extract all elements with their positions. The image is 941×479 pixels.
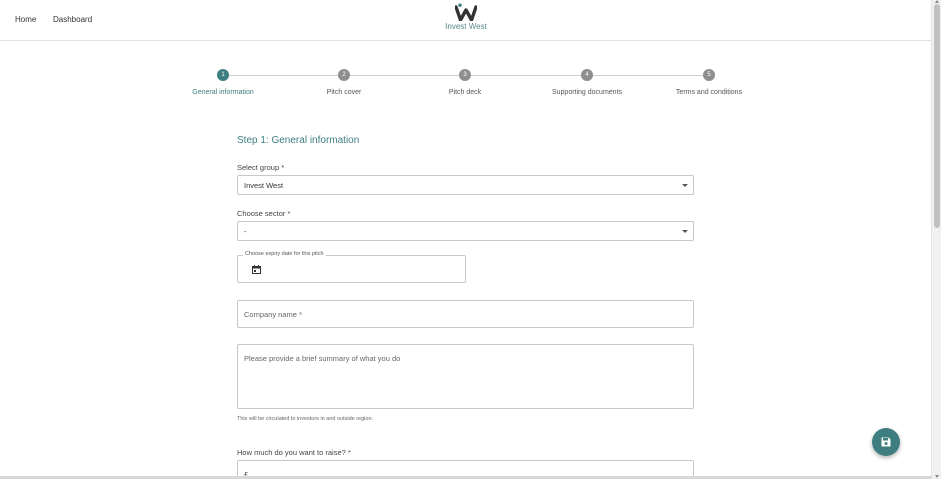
- expiry-date-legend: Choose expiry date for this pitch: [243, 251, 326, 257]
- chevron-down-icon: [682, 230, 688, 233]
- step-number: 4: [581, 69, 593, 81]
- summary-textarea[interactable]: Please provide a brief summary of what y…: [237, 344, 694, 409]
- group-label: Select group *: [237, 163, 285, 172]
- save-icon: [881, 437, 891, 447]
- nav-home-link[interactable]: Home: [15, 15, 36, 24]
- summary-helper-text: This will be circulated to investors in …: [237, 416, 374, 422]
- step-label: Pitch cover: [326, 89, 362, 96]
- save-button[interactable]: [872, 428, 900, 456]
- expiry-date-field[interactable]: Choose expiry date for this pitch: [237, 251, 466, 283]
- summary-placeholder: Please provide a brief summary of what y…: [244, 354, 401, 363]
- step-number: 1: [217, 69, 229, 81]
- step-number: 5: [703, 69, 715, 81]
- calendar-icon[interactable]: [252, 265, 261, 274]
- step-label: Pitch deck: [448, 89, 482, 96]
- step-terms-and-conditions[interactable]: 5 Terms and conditions: [659, 68, 759, 96]
- step-pitch-deck[interactable]: 3 Pitch deck: [415, 68, 515, 96]
- scroll-thumb[interactable]: [934, 4, 940, 228]
- step-label: Terms and conditions: [675, 89, 743, 96]
- progress-stepper: 1 General information 2 Pitch cover 3 Pi…: [180, 68, 760, 108]
- company-name-input[interactable]: Company name *: [237, 300, 694, 328]
- step-label: Supporting documents: [551, 89, 623, 96]
- sector-select-value: -: [244, 227, 247, 236]
- step-supporting-documents[interactable]: 4 Supporting documents: [537, 68, 637, 96]
- chevron-down-icon: [682, 184, 688, 187]
- invest-west-logo[interactable]: Invest West: [440, 3, 492, 31]
- step-label: General information: [192, 89, 254, 96]
- step-number: 2: [338, 69, 350, 81]
- group-select-value: Invest West: [244, 181, 284, 190]
- step-pitch-cover[interactable]: 2 Pitch cover: [294, 68, 394, 96]
- scroll-down-icon[interactable]: [935, 475, 939, 478]
- step-number: 3: [459, 69, 471, 81]
- logo-text: Invest West: [445, 22, 487, 31]
- page-scrollbar[interactable]: [931, 0, 941, 479]
- sector-select[interactable]: -: [237, 221, 694, 241]
- step-general-information[interactable]: 1 General information: [173, 68, 273, 96]
- form-title: Step 1: General information: [237, 135, 360, 146]
- raise-label: How much do you want to raise? *: [237, 448, 351, 457]
- group-select[interactable]: Invest West: [237, 175, 694, 195]
- sector-label: Choose sector *: [237, 209, 291, 218]
- company-name-placeholder: Company name *: [244, 310, 302, 319]
- logo-w-icon: [455, 3, 477, 21]
- top-header: Home Dashboard Invest West: [0, 0, 931, 41]
- scroll-up-icon[interactable]: [935, 0, 939, 3]
- nav-dashboard-link[interactable]: Dashboard: [53, 15, 92, 24]
